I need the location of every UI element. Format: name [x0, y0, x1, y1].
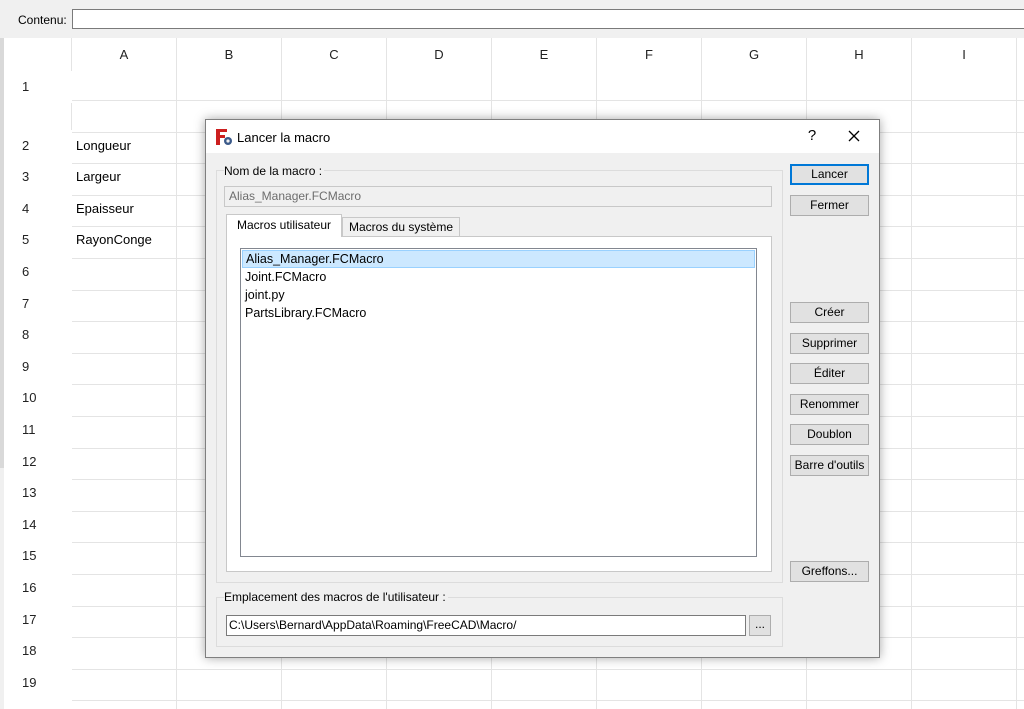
content-label: Contenu: — [18, 13, 67, 27]
macro-list[interactable]: Alias_Manager.FCMacro Joint.FCMacro join… — [240, 248, 757, 557]
column-header[interactable]: C — [282, 38, 387, 100]
column-header[interactable]: F — [597, 38, 702, 100]
grid-line — [72, 700, 1024, 702]
column-header[interactable]: A — [72, 38, 177, 100]
macro-name-label: Nom de la macro : — [224, 164, 325, 178]
row-header[interactable]: 1 — [4, 71, 72, 103]
list-item[interactable]: PartsLibrary.FCMacro — [242, 304, 755, 322]
row-header[interactable]: 6 — [4, 256, 72, 288]
run-macro-dialog: Lancer la macro ? Nom de la macro : Alia… — [205, 119, 880, 658]
grid-line — [72, 100, 1024, 101]
column-header[interactable]: G — [702, 38, 807, 100]
row-header[interactable]: 10 — [4, 382, 72, 414]
row-header[interactable]: 15 — [4, 540, 72, 572]
close-button[interactable]: Fermer — [790, 195, 869, 216]
create-button[interactable]: Créer — [790, 302, 869, 323]
grid-line — [1016, 38, 1017, 709]
row-header[interactable]: 20 — [4, 698, 72, 709]
column-header[interactable]: E — [492, 38, 597, 100]
cell-a4[interactable]: Epaisseur — [76, 201, 134, 216]
grid-line — [911, 38, 912, 709]
freecad-logo-icon — [216, 129, 232, 145]
row-header[interactable]: 19 — [4, 666, 72, 699]
row-header[interactable]: 5 — [4, 224, 72, 256]
browse-button[interactable]: ... — [749, 615, 771, 636]
row-header[interactable]: 8 — [4, 319, 72, 351]
row-header[interactable]: 4 — [4, 192, 72, 225]
column-header[interactable]: H — [807, 38, 912, 100]
row-header[interactable]: 14 — [4, 508, 72, 541]
row-header[interactable]: 11 — [4, 414, 72, 446]
row-header[interactable]: 13 — [4, 477, 72, 509]
row-header[interactable]: 3 — [4, 161, 72, 193]
grid-line — [72, 668, 1024, 670]
column-header[interactable]: B — [177, 38, 282, 100]
column-header[interactable]: D — [387, 38, 492, 100]
toolbar-button[interactable]: Barre d'outils — [790, 455, 869, 476]
close-icon[interactable] — [844, 126, 864, 146]
row-header[interactable]: 16 — [4, 572, 72, 604]
tab-system-macros[interactable]: Macros du système — [342, 217, 460, 237]
delete-button[interactable]: Supprimer — [790, 333, 869, 354]
list-item[interactable]: Joint.FCMacro — [242, 268, 755, 286]
rename-button[interactable]: Renommer — [790, 394, 869, 415]
help-button[interactable]: ? — [802, 126, 822, 146]
row-header[interactable]: 12 — [4, 445, 72, 478]
dialog-title: Lancer la macro — [237, 130, 331, 145]
addons-button[interactable]: Greffons... — [790, 561, 869, 582]
macro-path-field[interactable]: C:\Users\Bernard\AppData\Roaming\FreeCAD… — [226, 615, 746, 636]
content-input[interactable] — [72, 9, 1024, 29]
cell-a5[interactable]: RayonConge — [76, 232, 152, 247]
macro-name-field[interactable]: Alias_Manager.FCMacro — [224, 186, 772, 207]
duplicate-button[interactable]: Doublon — [790, 424, 869, 445]
tab-user-macros[interactable]: Macros utilisateur — [226, 214, 342, 237]
row-header[interactable]: 7 — [4, 287, 72, 320]
row-header[interactable]: 9 — [4, 350, 72, 383]
row-header[interactable]: 18 — [4, 635, 72, 667]
macro-location-label: Emplacement des macros de l'utilisateur … — [224, 590, 448, 604]
cell-a2[interactable]: Longueur — [76, 138, 131, 153]
dialog-titlebar: Lancer la macro ? — [206, 120, 879, 153]
list-item[interactable]: joint.py — [242, 286, 755, 304]
run-button[interactable]: Lancer — [790, 164, 869, 185]
column-header[interactable]: I — [912, 38, 1017, 100]
edit-button[interactable]: Éditer — [790, 363, 869, 384]
cell-a3[interactable]: Largeur — [76, 169, 121, 184]
content-bar: Contenu: — [0, 0, 1024, 38]
row-header[interactable]: 17 — [4, 603, 72, 636]
list-item[interactable]: Alias_Manager.FCMacro — [242, 250, 755, 268]
row-header[interactable]: 2 — [4, 129, 72, 162]
